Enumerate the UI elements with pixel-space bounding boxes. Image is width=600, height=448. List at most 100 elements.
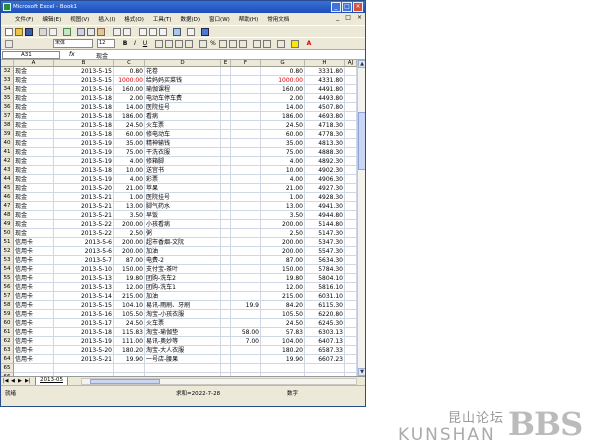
cell-c[interactable]: 4.00 <box>114 157 145 166</box>
cell-c[interactable]: 24.50 <box>114 319 145 328</box>
cell-aj[interactable] <box>345 346 357 355</box>
cell-d[interactable]: 彩票 <box>145 175 221 184</box>
cell-aj[interactable] <box>345 67 357 76</box>
row-header[interactable]: 49 <box>1 220 14 229</box>
cell-b[interactable]: 2013-5-14 <box>54 292 114 301</box>
cell-g[interactable]: 2.00 <box>261 94 305 103</box>
cell-aj[interactable] <box>345 274 357 283</box>
cell-f[interactable] <box>231 256 261 265</box>
cell-d[interactable]: 支付宝-茶叶 <box>145 265 221 274</box>
cell-a[interactable]: 信用卡 <box>14 328 54 337</box>
cell-b[interactable]: 2013-5-19 <box>54 175 114 184</box>
maximize-button[interactable]: □ <box>342 2 352 12</box>
paste-icon[interactable] <box>97 28 105 36</box>
cell-c[interactable]: 87.00 <box>114 256 145 265</box>
cell-aj[interactable] <box>345 166 357 175</box>
worksheet-grid[interactable]: A B C D E F G H AJ 32 现金 2013-5-15 0.80 花卷 0.80 3331.80… <box>1 60 357 376</box>
cell-aj[interactable] <box>345 85 357 94</box>
italic-icon[interactable]: I <box>131 40 139 48</box>
first-sheet-icon[interactable]: |◀ <box>3 378 9 384</box>
cell-a[interactable]: 信用卡 <box>14 310 54 319</box>
cell-g[interactable]: 24.50 <box>261 319 305 328</box>
cell-c[interactable]: 12.00 <box>114 283 145 292</box>
cell-aj[interactable] <box>345 193 357 202</box>
column-header-f[interactable]: F <box>231 60 261 67</box>
cell-h[interactable]: 5634.30 <box>305 256 345 265</box>
menu-common-docs[interactable]: 常用文档 <box>267 15 289 23</box>
cell-g[interactable]: 57.83 <box>261 328 305 337</box>
select-all-corner[interactable] <box>1 60 14 67</box>
cell-d[interactable]: 电费-2 <box>145 256 221 265</box>
cell-e[interactable] <box>221 355 231 364</box>
increase-indent-icon[interactable] <box>263 40 271 48</box>
cell-aj[interactable] <box>345 94 357 103</box>
cell-h[interactable]: 6303.13 <box>305 328 345 337</box>
row-header[interactable]: 58 <box>1 301 14 310</box>
cell-aj[interactable] <box>345 103 357 112</box>
cell-h[interactable]: 4491.80 <box>305 85 345 94</box>
cell-a[interactable]: 现金 <box>14 103 54 112</box>
merge-center-icon[interactable] <box>185 40 193 48</box>
cell-h[interactable]: 6245.30 <box>305 319 345 328</box>
cell-g[interactable]: 21.00 <box>261 184 305 193</box>
percent-icon[interactable]: % <box>209 40 217 48</box>
cell-aj[interactable] <box>345 292 357 301</box>
cell-c[interactable]: 2.00 <box>114 94 145 103</box>
cell-aj[interactable] <box>345 283 357 292</box>
cell-a[interactable]: 现金 <box>14 94 54 103</box>
row-header[interactable]: 52 <box>1 247 14 256</box>
cell-h[interactable]: 5816.10 <box>305 283 345 292</box>
row-header[interactable]: 45 <box>1 184 14 193</box>
cell-f[interactable] <box>231 139 261 148</box>
cell-a[interactable]: 信用卡 <box>14 301 54 310</box>
cell-g[interactable] <box>261 364 305 373</box>
font-name-select[interactable]: 宋体 <box>53 39 93 48</box>
cell-h[interactable]: 4927.30 <box>305 184 345 193</box>
minimize-button[interactable]: _ <box>331 2 341 12</box>
cell-g[interactable]: 60.00 <box>261 130 305 139</box>
cell-d[interactable]: 易讯-雨刷、牙刷 <box>145 301 221 310</box>
menu-edit[interactable]: 编辑(E) <box>42 15 61 23</box>
cell-f[interactable] <box>231 247 261 256</box>
cell-e[interactable] <box>221 238 231 247</box>
cell-f[interactable] <box>231 157 261 166</box>
horizontal-scroll-thumb[interactable] <box>90 379 160 384</box>
cell-b[interactable]: 2013-5-7 <box>54 256 114 265</box>
cell-c[interactable]: 4.00 <box>114 175 145 184</box>
cell-f[interactable] <box>231 220 261 229</box>
row-header[interactable]: 38 <box>1 121 14 130</box>
cell-e[interactable] <box>221 337 231 346</box>
cell-g[interactable]: 24.50 <box>261 121 305 130</box>
cell-e[interactable] <box>221 301 231 310</box>
cell-h[interactable]: 5804.10 <box>305 274 345 283</box>
cell-f[interactable] <box>231 346 261 355</box>
save-icon[interactable] <box>25 28 33 36</box>
cell-c[interactable]: 2.50 <box>114 229 145 238</box>
cell-g[interactable]: 160.00 <box>261 85 305 94</box>
cell-b[interactable]: 2013-5-16 <box>54 85 114 94</box>
row-header[interactable]: 64 <box>1 355 14 364</box>
cell-e[interactable] <box>221 265 231 274</box>
menu-data[interactable]: 数据(D) <box>181 15 201 23</box>
cell-d[interactable]: 看病 <box>145 112 221 121</box>
column-header-c[interactable]: C <box>114 60 145 67</box>
cell-c[interactable]: 21.00 <box>114 184 145 193</box>
cell-c[interactable]: 35.00 <box>114 139 145 148</box>
cell-aj[interactable] <box>345 184 357 193</box>
cell-aj[interactable] <box>345 355 357 364</box>
cell-aj[interactable] <box>345 337 357 346</box>
cell-e[interactable] <box>221 319 231 328</box>
cell-f[interactable] <box>231 211 261 220</box>
prev-sheet-icon[interactable]: ◀ <box>11 378 15 384</box>
sort-descending-icon[interactable] <box>159 28 167 36</box>
cell-h[interactable]: 4813.30 <box>305 139 345 148</box>
cell-g[interactable]: 14.00 <box>261 103 305 112</box>
cell-c[interactable]: 105.50 <box>114 310 145 319</box>
cell-a[interactable]: 现金 <box>14 130 54 139</box>
cell-h[interactable] <box>305 364 345 373</box>
cell-b[interactable]: 2013-5-22 <box>54 229 114 238</box>
cell-h[interactable]: 5147.30 <box>305 229 345 238</box>
sort-ascending-icon[interactable] <box>149 28 157 36</box>
cell-f[interactable] <box>231 229 261 238</box>
cell-f[interactable] <box>231 121 261 130</box>
